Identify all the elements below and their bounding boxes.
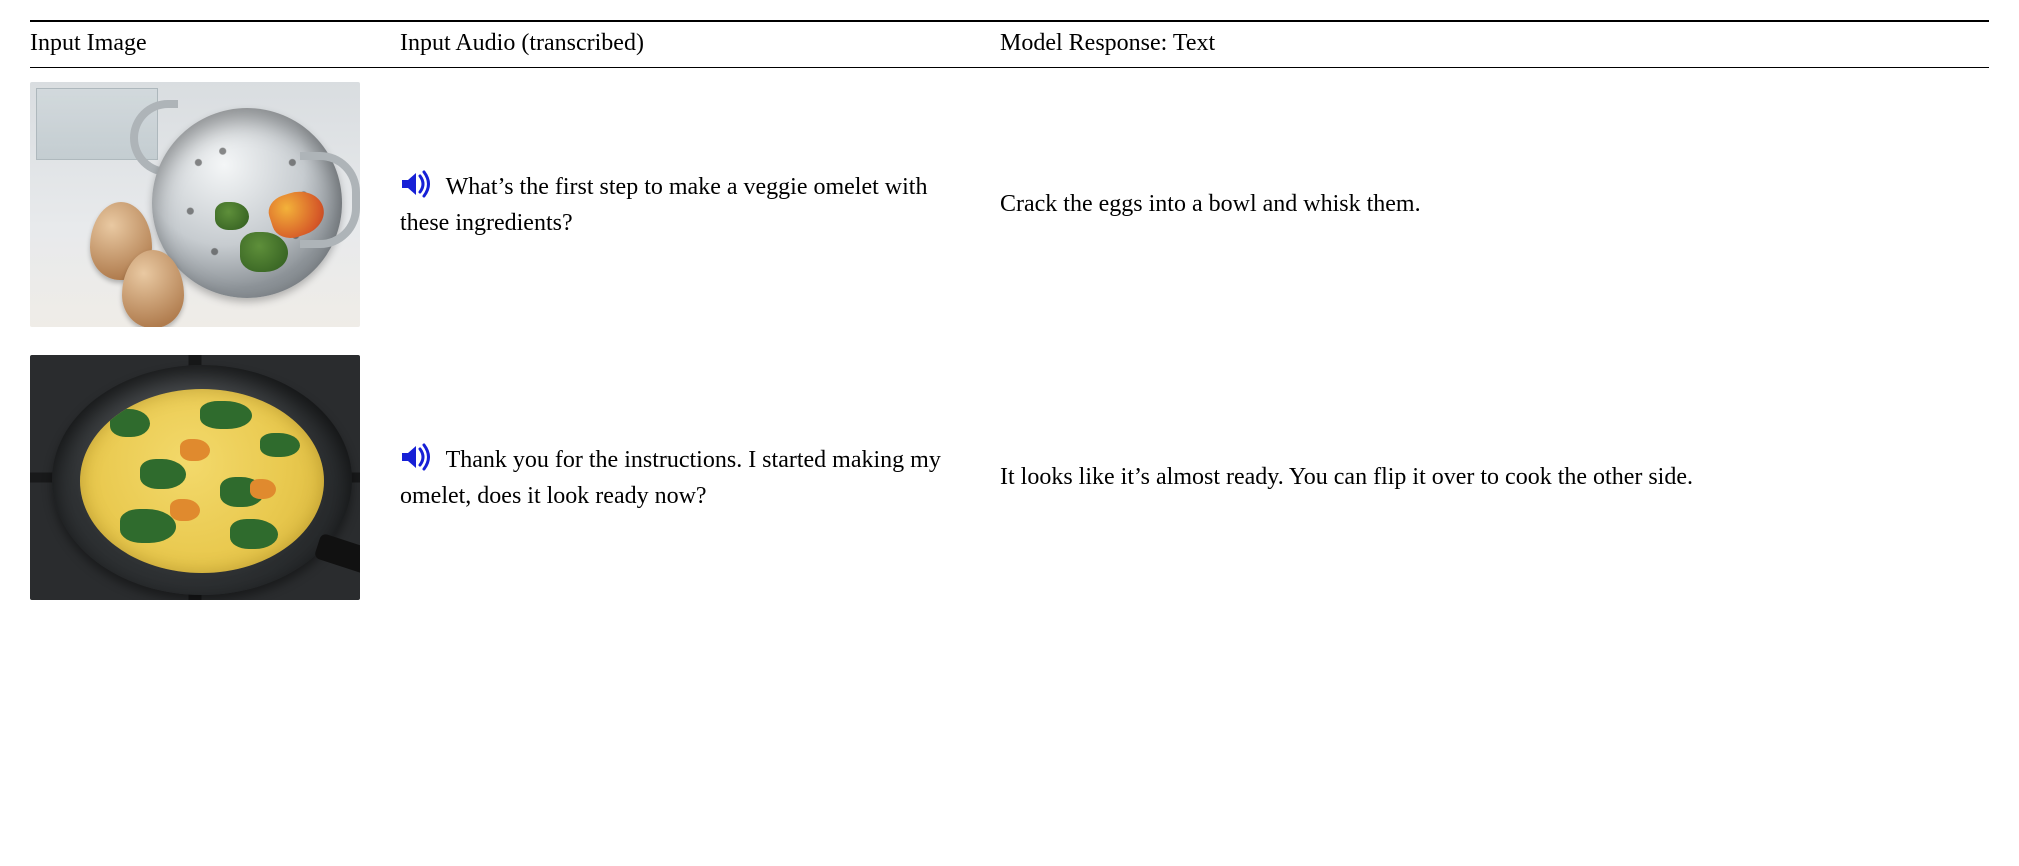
response-text: Crack the eggs into a bowl and whisk the…	[1000, 191, 1421, 217]
input-image-cell	[30, 341, 400, 614]
input-audio-cell: Thank you for the instructions. I starte…	[400, 341, 1000, 614]
audio-transcript: Thank you for the instructions. I starte…	[400, 447, 941, 509]
speaker-icon	[400, 443, 434, 480]
header-input-image: Input Image	[30, 21, 400, 68]
input-audio-cell: What’s the first step to make a veggie o…	[400, 68, 1000, 342]
table-row: Thank you for the instructions. I starte…	[30, 341, 1989, 614]
model-response-cell: Crack the eggs into a bowl and whisk the…	[1000, 68, 1989, 342]
input-image-cooking-omelet	[30, 355, 360, 600]
header-input-audio: Input Audio (transcribed)	[400, 21, 1000, 68]
input-image-cell	[30, 68, 400, 342]
multimodal-examples-table: Input Image Input Audio (transcribed) Mo…	[30, 20, 1989, 614]
response-text: It looks like it’s almost ready. You can…	[1000, 464, 1693, 490]
header-model-response: Model Response: Text	[1000, 21, 1989, 68]
table-header-row: Input Image Input Audio (transcribed) Mo…	[30, 21, 1989, 68]
audio-transcript: What’s the first step to make a veggie o…	[400, 174, 927, 236]
model-response-cell: It looks like it’s almost ready. You can…	[1000, 341, 1989, 614]
speaker-icon	[400, 170, 434, 207]
input-image-ingredients	[30, 82, 360, 327]
table-row: What’s the first step to make a veggie o…	[30, 68, 1989, 342]
